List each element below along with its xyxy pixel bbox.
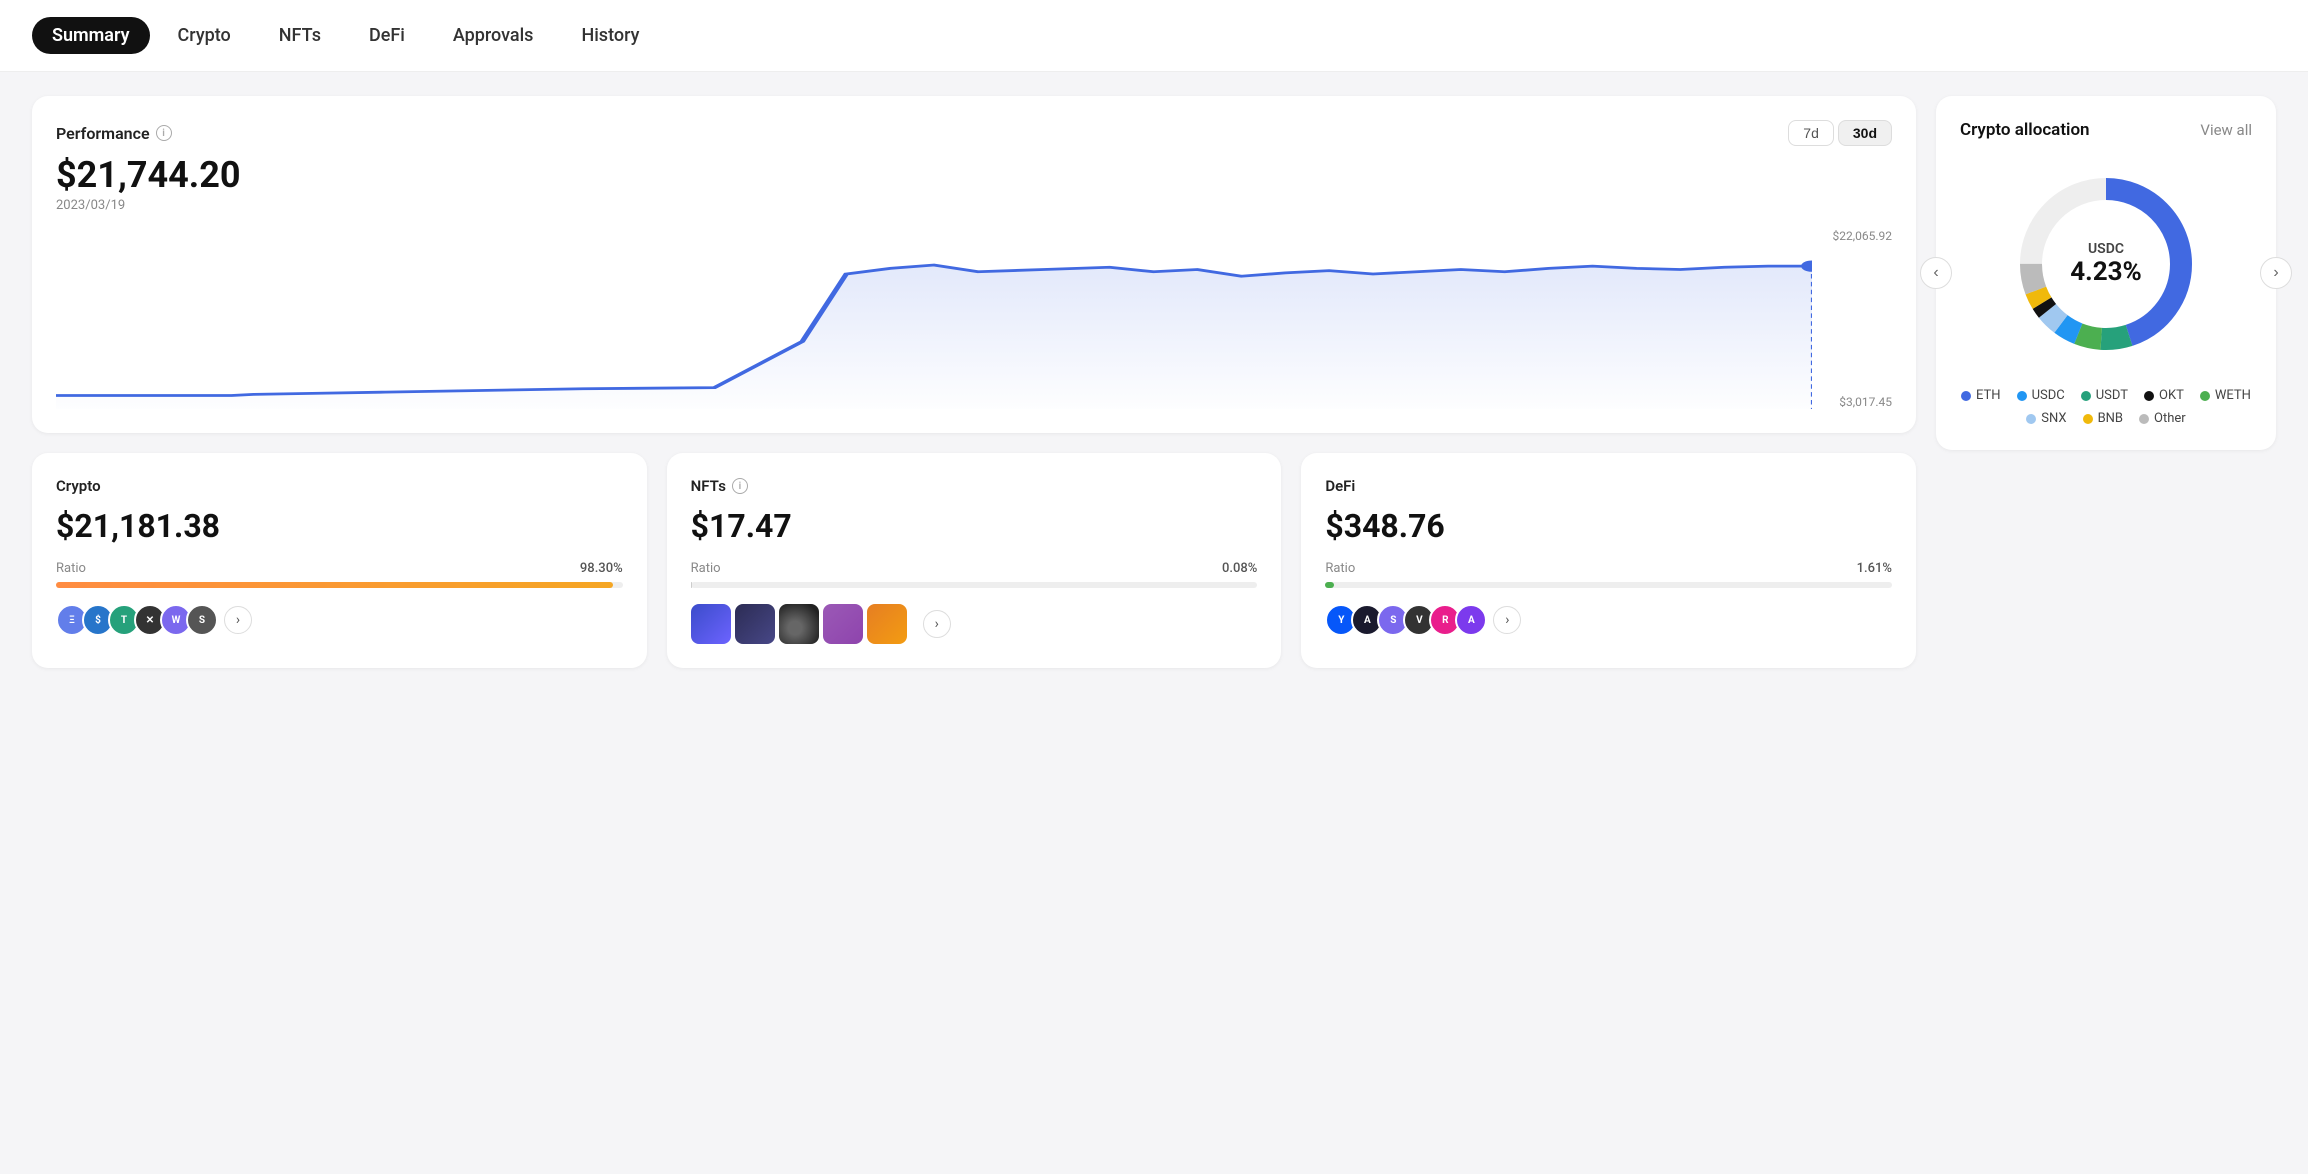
nav-item-nfts[interactable]: NFTs	[259, 17, 341, 54]
left-column: Performance i 7d 30d $21,744.20 2023/03/…	[32, 96, 1916, 668]
defi-progress-fill	[1325, 582, 1334, 588]
perf-date: 2023/03/19	[56, 198, 1892, 213]
legend-label-okt: OKT	[2159, 388, 2184, 403]
legend-usdc: USDC	[2017, 388, 2065, 403]
donut-center-label: USDC	[2070, 241, 2142, 257]
legend-weth: WETH	[2200, 388, 2251, 403]
legend-dot-usdt	[2081, 391, 2091, 401]
right-column: ‹ › Crypto allocation View all	[1936, 96, 2276, 668]
view-all-btn[interactable]: View all	[2200, 121, 2252, 139]
crypto-card-value: $21,181.38	[56, 507, 623, 545]
legend-label-eth: ETH	[1976, 388, 2001, 403]
token-snx: S	[186, 604, 218, 636]
performance-card: Performance i 7d 30d $21,744.20 2023/03/…	[32, 96, 1916, 433]
legend-okt: OKT	[2144, 388, 2184, 403]
nav-item-history[interactable]: History	[561, 17, 659, 54]
nft-thumb-5	[867, 604, 907, 644]
legend-other: Other	[2139, 411, 2186, 426]
performance-chart: $22,065.92 $3,017.4	[56, 229, 1892, 409]
allocation-card: ‹ › Crypto allocation View all	[1936, 96, 2276, 450]
crypto-card-label: Crypto	[56, 477, 623, 495]
legend-label-other: Other	[2154, 411, 2186, 426]
allocation-title: Crypto allocation	[1960, 120, 2090, 140]
nft-thumb-4	[823, 604, 863, 644]
nav-item-defi[interactable]: DeFi	[349, 17, 425, 54]
nfts-card: NFTs i $17.47 Ratio 0.08%	[667, 453, 1282, 668]
crypto-card: Crypto $21,181.38 Ratio 98.30% Ξ $ T ✕ W…	[32, 453, 647, 668]
legend-label-snx: SNX	[2041, 411, 2066, 426]
allocation-next-btn[interactable]: ›	[2260, 257, 2292, 289]
legend-bnb: BNB	[2083, 411, 2123, 426]
nfts-card-value: $17.47	[691, 507, 1258, 545]
allocation-prev-btn[interactable]: ‹	[1920, 257, 1952, 289]
legend-dot-eth	[1961, 391, 1971, 401]
nfts-ratio-label: Ratio	[691, 561, 721, 576]
nav-item-crypto[interactable]: Crypto	[158, 17, 251, 54]
defi-ratio-pct: 1.61%	[1857, 561, 1892, 576]
chart-fill	[56, 265, 1812, 409]
legend-dot-okt	[2144, 391, 2154, 401]
legend-usdt: USDT	[2081, 388, 2128, 403]
legend-label-bnb: BNB	[2098, 411, 2123, 426]
chart-low-label: $3,017.45	[1839, 395, 1892, 409]
legend-dot-weth	[2200, 391, 2210, 401]
nav-item-approvals[interactable]: Approvals	[433, 17, 554, 54]
chart-svg	[56, 229, 1812, 409]
crypto-token-row: Ξ $ T ✕ W S ›	[56, 604, 623, 636]
defi-more-btn[interactable]: ›	[1493, 606, 1521, 634]
nft-thumb-3	[779, 604, 819, 644]
top-nav: Summary Crypto NFTs DeFi Approvals Histo…	[0, 0, 2308, 72]
allocation-header: Crypto allocation View all	[1960, 120, 2252, 140]
defi-token-6: A	[1455, 604, 1487, 636]
crypto-progress-fill	[56, 582, 613, 588]
crypto-ratio-pct: 98.30%	[580, 561, 623, 576]
legend-dot-other	[2139, 414, 2149, 424]
main-content: Performance i 7d 30d $21,744.20 2023/03/…	[0, 72, 2308, 692]
period-buttons: 7d 30d	[1788, 120, 1892, 146]
defi-progress-bar	[1325, 582, 1892, 588]
crypto-progress-bar	[56, 582, 623, 588]
defi-card: DeFi $348.76 Ratio 1.61% Y A S V R A ›	[1301, 453, 1916, 668]
allocation-legend: ETH USDC USDT OKT WETH	[1960, 388, 2252, 426]
nfts-progress-bar	[691, 582, 1258, 588]
defi-ratio-label: Ratio	[1325, 561, 1355, 576]
legend-label-usdt: USDT	[2096, 388, 2128, 403]
nft-thumb-1	[691, 604, 731, 644]
nft-thumbnails-row: ›	[691, 604, 1258, 644]
crypto-ratio-row: Ratio 98.30%	[56, 561, 623, 576]
legend-label-weth: WETH	[2215, 388, 2251, 403]
donut-center-pct: 4.23%	[2070, 257, 2142, 287]
nfts-label-text: NFTs	[691, 477, 726, 495]
nft-thumb-2	[735, 604, 775, 644]
legend-dot-usdc	[2017, 391, 2027, 401]
legend-dot-bnb	[2083, 414, 2093, 424]
bottom-row: Crypto $21,181.38 Ratio 98.30% Ξ $ T ✕ W…	[32, 453, 1916, 668]
legend-dot-snx	[2026, 414, 2036, 424]
legend-label-usdc: USDC	[2032, 388, 2065, 403]
defi-card-value: $348.76	[1325, 507, 1892, 545]
perf-title: Performance i	[56, 124, 172, 143]
donut-chart: USDC 4.23%	[2006, 164, 2206, 364]
perf-value: $21,744.20	[56, 154, 1892, 196]
perf-title-text: Performance	[56, 124, 150, 143]
defi-card-label: DeFi	[1325, 477, 1892, 495]
defi-token-row: Y A S V R A ›	[1325, 604, 1892, 636]
crypto-more-btn[interactable]: ›	[224, 606, 252, 634]
nfts-card-label: NFTs i	[691, 477, 1258, 495]
perf-info-icon[interactable]: i	[156, 125, 172, 141]
crypto-ratio-label: Ratio	[56, 561, 86, 576]
period-30d[interactable]: 30d	[1838, 120, 1892, 146]
nav-item-summary[interactable]: Summary	[32, 17, 150, 54]
nfts-info-icon[interactable]: i	[732, 478, 748, 494]
perf-header: Performance i 7d 30d	[56, 120, 1892, 146]
legend-eth: ETH	[1961, 388, 2001, 403]
defi-ratio-row: Ratio 1.61%	[1325, 561, 1892, 576]
nfts-ratio-row: Ratio 0.08%	[691, 561, 1258, 576]
nfts-ratio-pct: 0.08%	[1222, 561, 1257, 576]
period-7d[interactable]: 7d	[1788, 120, 1834, 146]
donut-center: USDC 4.23%	[2070, 241, 2142, 287]
chart-high-label: $22,065.92	[1833, 229, 1892, 243]
legend-snx: SNX	[2026, 411, 2066, 426]
nfts-more-btn[interactable]: ›	[923, 610, 951, 638]
